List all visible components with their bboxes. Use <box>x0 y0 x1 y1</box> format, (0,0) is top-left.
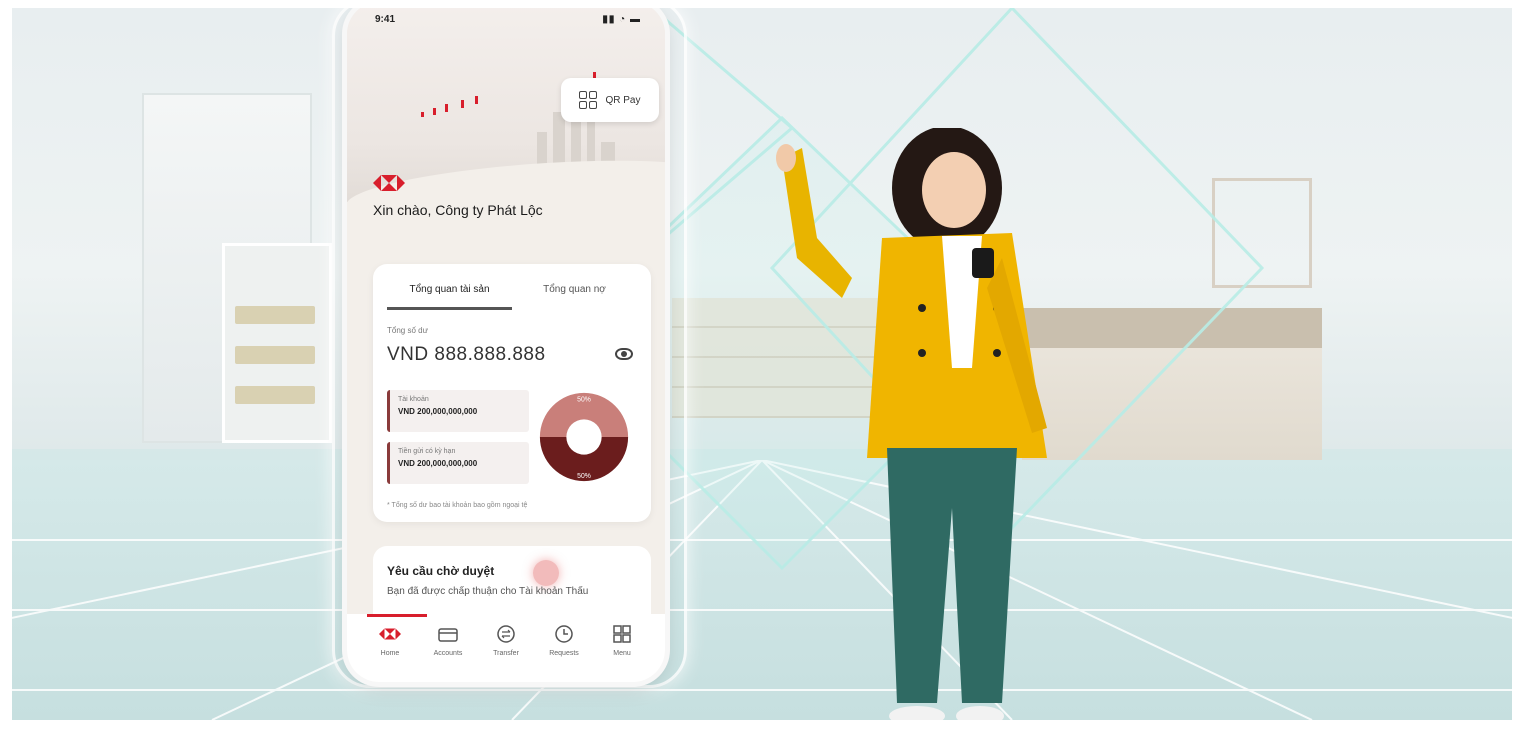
grid-icon <box>613 625 631 643</box>
qr-code-icon <box>579 91 598 109</box>
greeting-text: Xin chào, Công ty Phát Lộc <box>373 202 543 218</box>
wallet-icon <box>438 628 458 642</box>
balance-footnote: * Tổng số dư bao tài khoản bao gồm ngoại… <box>387 502 528 509</box>
account-label: Tài khoản <box>398 396 429 403</box>
nav-transfer[interactable]: Transfer <box>477 624 535 682</box>
donut-top-label: 50% <box>577 397 591 404</box>
bottom-navigation: Home Accounts Transfer Requests Menu <box>347 614 665 682</box>
clock-icon <box>555 625 573 643</box>
status-time: 9:41 <box>375 14 396 25</box>
tab-debt-overview[interactable]: Tổng quan nợ <box>512 284 637 310</box>
account-value: VND 200,000,000,000 <box>398 407 478 416</box>
qr-pay-label: QR Pay <box>605 94 641 106</box>
tap-indicator <box>533 560 559 586</box>
nav-label: Menu <box>613 650 631 657</box>
donut-bottom-label: 50% <box>577 473 591 480</box>
eye-icon[interactable] <box>615 348 633 360</box>
transfer-icon <box>497 625 515 643</box>
diamond-light-frames <box>509 8 1265 571</box>
pending-title: Yêu cầu chờ duyệt <box>387 564 495 578</box>
tab-asset-overview[interactable]: Tổng quan tài sản <box>387 284 512 310</box>
nav-home[interactable]: Home <box>361 624 419 682</box>
asset-donut-chart: 50% 50% <box>539 392 629 482</box>
nav-menu[interactable]: Menu <box>593 624 651 682</box>
account-label: Tiền gửi có kỳ hạn <box>398 448 456 455</box>
home-logo-icon <box>379 628 401 640</box>
asset-overview-card: Tổng quan tài sản Tổng quan nợ Tổng số d… <box>373 264 651 522</box>
woman-with-phone <box>776 128 1047 720</box>
qr-pay-button[interactable]: QR Pay <box>561 78 659 122</box>
status-bar: 9:41 ▮▮ ◔ ▬ <box>367 14 647 28</box>
account-summary-current[interactable]: Tài khoản VND 200,000,000,000 <box>387 390 529 432</box>
bank-logo-icon <box>373 175 405 191</box>
nav-label: Accounts <box>433 650 463 657</box>
nav-label: Requests <box>549 650 579 657</box>
signal-battery-icon: ▮▮ ◔ ▬ <box>602 14 641 25</box>
nav-label: Home <box>380 650 400 657</box>
nav-accounts[interactable]: Accounts <box>419 624 477 682</box>
overview-tabs: Tổng quan tài sản Tổng quan nợ <box>387 284 637 310</box>
nav-label: Transfer <box>493 650 519 657</box>
mobile-banking-phone: 9:41 ▮▮ ◔ ▬ QR Pay Xin chào, Công ty Phá… <box>347 8 665 682</box>
promo-banner: 9:41 ▮▮ ◔ ▬ QR Pay Xin chào, Công ty Phá… <box>12 8 1512 720</box>
balance-label: Tổng số dư <box>387 326 428 335</box>
nav-requests[interactable]: Requests <box>535 624 593 682</box>
pending-description: Bạn đã được chấp thuận cho Tài khoản Thấ… <box>387 586 589 597</box>
account-summary-term-deposit[interactable]: Tiền gửi có kỳ hạn VND 200,000,000,000 <box>387 442 529 484</box>
account-value: VND 200,000,000,000 <box>398 459 478 468</box>
balance-value: VND 888.888.888 <box>387 344 546 365</box>
